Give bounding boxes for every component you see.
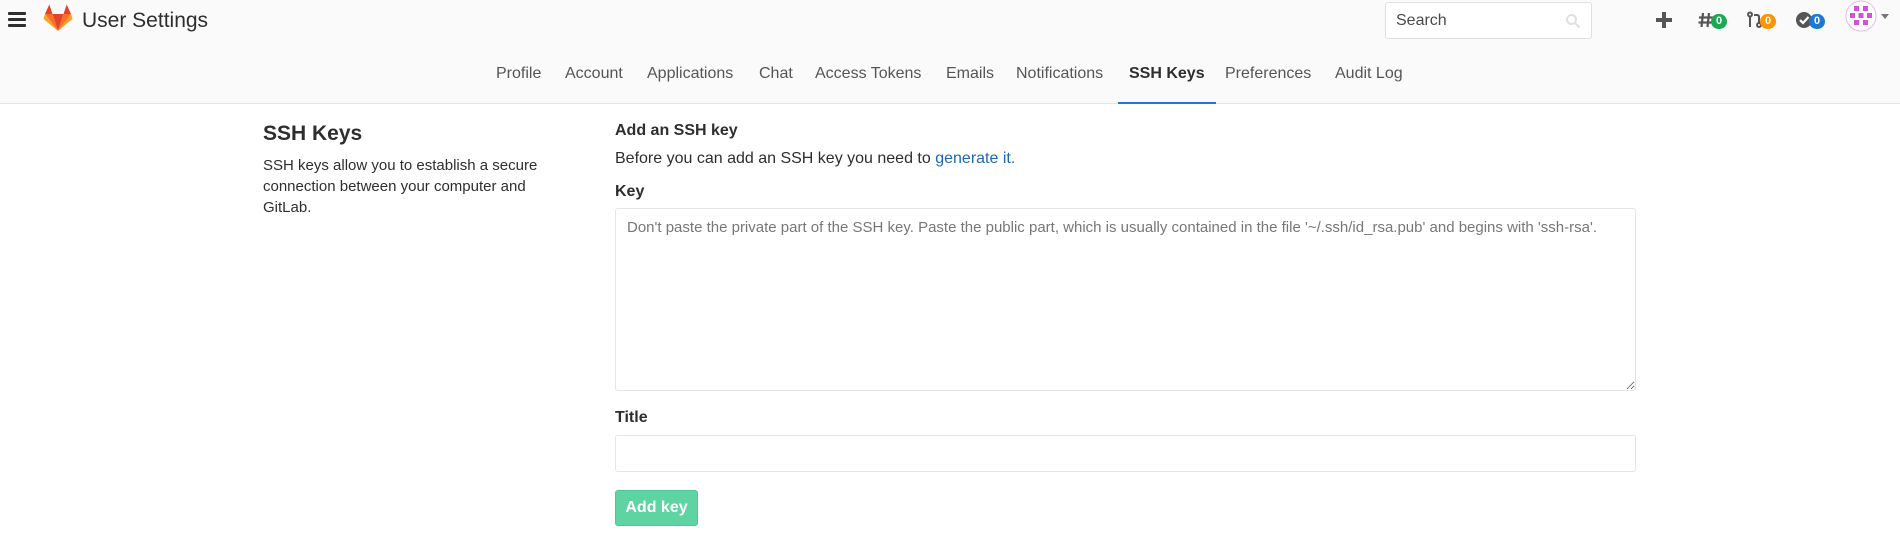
tab-ssh-keys[interactable]: SSH Keys [1118, 60, 1216, 104]
tab-notifications[interactable]: Notifications [1016, 60, 1103, 104]
form-heading: Add an SSH key [615, 122, 738, 139]
tab-applications[interactable]: Applications [647, 60, 733, 104]
tab-account[interactable]: Account [565, 60, 623, 104]
tab-audit-log[interactable]: Audit Log [1335, 60, 1403, 104]
add-key-button[interactable]: Add key [615, 490, 698, 526]
todos-button[interactable]: 0 [1795, 8, 1825, 32]
title-input[interactable] [615, 435, 1636, 472]
tab-access-tokens[interactable]: Access Tokens [815, 60, 921, 104]
generate-it-link[interactable]: generate it. [935, 150, 1015, 167]
key-label: Key [615, 183, 645, 200]
tab-chat[interactable]: Chat [759, 60, 793, 104]
merge-requests-button[interactable]: 0 [1746, 8, 1776, 32]
tab-preferences[interactable]: Preferences [1225, 60, 1311, 104]
hamburger-icon[interactable] [8, 12, 26, 28]
section-description: SSH keys allow you to establish a secure… [263, 157, 538, 216]
search-input[interactable] [1386, 3, 1556, 38]
search-icon [1566, 14, 1581, 29]
new-dropdown-button[interactable] [1655, 8, 1673, 32]
intro-text: Before you can add an SSH key you need t… [615, 150, 1015, 168]
avatar-icon [1845, 0, 1877, 32]
chevron-down-icon [1881, 14, 1889, 19]
issues-count-badge: 0 [1711, 13, 1727, 29]
gitlab-logo[interactable] [42, 2, 74, 34]
merge-requests-count-badge: 0 [1760, 13, 1776, 29]
tab-emails[interactable]: Emails [946, 60, 994, 104]
settings-tabs: Profile Account Applications Chat Access… [0, 60, 1900, 104]
search-box[interactable] [1385, 2, 1592, 39]
plus-icon [1656, 12, 1672, 28]
intro-prefix: Before you can add an SSH key you need t… [615, 150, 936, 167]
issues-button[interactable]: 0 [1697, 8, 1727, 32]
user-menu-button[interactable] [1845, 0, 1890, 32]
tab-profile[interactable]: Profile [496, 60, 541, 104]
key-textarea[interactable] [615, 208, 1636, 391]
page-title: User Settings [82, 9, 209, 32]
section-title: SSH Keys [263, 122, 363, 145]
title-label: Title [615, 409, 648, 426]
todos-count-badge: 0 [1809, 13, 1825, 29]
